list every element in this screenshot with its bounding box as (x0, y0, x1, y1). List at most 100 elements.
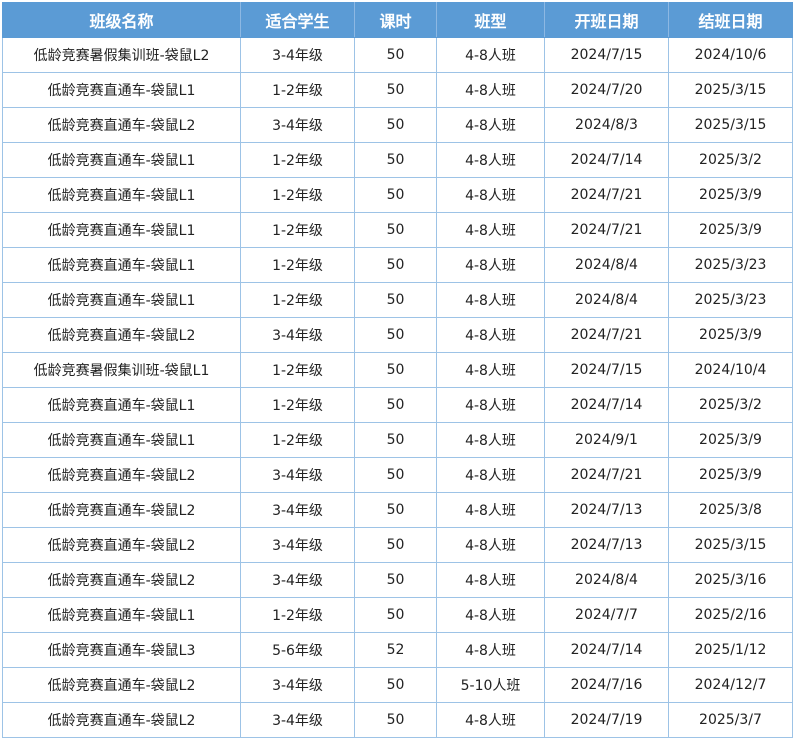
cell-class-size[interactable]: 4-8人班 (436, 177, 545, 213)
cell-hours[interactable]: 50 (354, 422, 437, 458)
cell-class-name[interactable]: 低龄竞赛直通车-袋鼠L1 (2, 247, 241, 283)
cell-class-size[interactable]: 4-8人班 (436, 702, 545, 738)
cell-end-date[interactable]: 2025/3/9 (668, 177, 793, 213)
cell-start-date[interactable]: 2024/7/16 (544, 667, 669, 703)
cell-end-date[interactable]: 2025/1/12 (668, 632, 793, 668)
cell-class-name[interactable]: 低龄竞赛直通车-袋鼠L2 (2, 562, 241, 598)
cell-class-name[interactable]: 低龄竞赛直通车-袋鼠L2 (2, 457, 241, 493)
cell-class-name[interactable]: 低龄竞赛暑假集训班-袋鼠L2 (2, 37, 241, 73)
cell-class-size[interactable]: 4-8人班 (436, 317, 545, 353)
cell-start-date[interactable]: 2024/7/13 (544, 492, 669, 528)
cell-class-name[interactable]: 低龄竞赛直通车-袋鼠L2 (2, 317, 241, 353)
cell-end-date[interactable]: 2024/12/7 (668, 667, 793, 703)
cell-grade[interactable]: 3-4年级 (240, 562, 355, 598)
cell-grade[interactable]: 3-4年级 (240, 702, 355, 738)
cell-hours[interactable]: 50 (354, 527, 437, 563)
cell-class-size[interactable]: 4-8人班 (436, 72, 545, 108)
cell-class-size[interactable]: 4-8人班 (436, 387, 545, 423)
cell-class-name[interactable]: 低龄竞赛直通车-袋鼠L1 (2, 282, 241, 318)
cell-end-date[interactable]: 2025/3/23 (668, 247, 793, 283)
cell-end-date[interactable]: 2025/3/16 (668, 562, 793, 598)
cell-class-name[interactable]: 低龄竞赛直通车-袋鼠L1 (2, 212, 241, 248)
cell-start-date[interactable]: 2024/8/4 (544, 247, 669, 283)
cell-start-date[interactable]: 2024/7/15 (544, 352, 669, 388)
cell-end-date[interactable]: 2025/2/16 (668, 597, 793, 633)
cell-class-name[interactable]: 低龄竞赛直通车-袋鼠L3 (2, 632, 241, 668)
cell-grade[interactable]: 1-2年级 (240, 72, 355, 108)
cell-hours[interactable]: 50 (354, 457, 437, 493)
cell-hours[interactable]: 50 (354, 72, 437, 108)
cell-class-size[interactable]: 4-8人班 (436, 37, 545, 73)
cell-class-size[interactable]: 4-8人班 (436, 492, 545, 528)
cell-grade[interactable]: 1-2年级 (240, 212, 355, 248)
cell-start-date[interactable]: 2024/8/3 (544, 107, 669, 143)
cell-hours[interactable]: 50 (354, 212, 437, 248)
cell-end-date[interactable]: 2025/3/9 (668, 317, 793, 353)
cell-start-date[interactable]: 2024/7/20 (544, 72, 669, 108)
cell-hours[interactable]: 50 (354, 702, 437, 738)
cell-class-size[interactable]: 5-10人班 (436, 667, 545, 703)
cell-class-name[interactable]: 低龄竞赛直通车-袋鼠L1 (2, 597, 241, 633)
cell-class-size[interactable]: 4-8人班 (436, 527, 545, 563)
cell-hours[interactable]: 50 (354, 107, 437, 143)
cell-hours[interactable]: 50 (354, 562, 437, 598)
cell-hours[interactable]: 50 (354, 352, 437, 388)
cell-start-date[interactable]: 2024/9/1 (544, 422, 669, 458)
cell-hours[interactable]: 50 (354, 667, 437, 703)
cell-hours[interactable]: 52 (354, 632, 437, 668)
cell-grade[interactable]: 3-4年级 (240, 667, 355, 703)
cell-end-date[interactable]: 2025/3/9 (668, 212, 793, 248)
cell-class-name[interactable]: 低龄竞赛直通车-袋鼠L2 (2, 702, 241, 738)
cell-hours[interactable]: 50 (354, 142, 437, 178)
cell-start-date[interactable]: 2024/7/19 (544, 702, 669, 738)
cell-hours[interactable]: 50 (354, 597, 437, 633)
cell-grade[interactable]: 3-4年级 (240, 457, 355, 493)
cell-start-date[interactable]: 2024/7/14 (544, 142, 669, 178)
cell-class-size[interactable]: 4-8人班 (436, 632, 545, 668)
cell-grade[interactable]: 1-2年级 (240, 142, 355, 178)
cell-class-size[interactable]: 4-8人班 (436, 562, 545, 598)
cell-class-name[interactable]: 低龄竞赛直通车-袋鼠L2 (2, 492, 241, 528)
cell-start-date[interactable]: 2024/8/4 (544, 562, 669, 598)
cell-class-name[interactable]: 低龄竞赛直通车-袋鼠L1 (2, 72, 241, 108)
cell-grade[interactable]: 1-2年级 (240, 247, 355, 283)
cell-end-date[interactable]: 2025/3/2 (668, 387, 793, 423)
cell-grade[interactable]: 3-4年级 (240, 37, 355, 73)
cell-hours[interactable]: 50 (354, 177, 437, 213)
cell-end-date[interactable]: 2025/3/23 (668, 282, 793, 318)
cell-grade[interactable]: 1-2年级 (240, 387, 355, 423)
cell-class-name[interactable]: 低龄竞赛直通车-袋鼠L2 (2, 107, 241, 143)
cell-hours[interactable]: 50 (354, 282, 437, 318)
cell-class-name[interactable]: 低龄竞赛直通车-袋鼠L1 (2, 422, 241, 458)
cell-class-size[interactable]: 4-8人班 (436, 247, 545, 283)
cell-start-date[interactable]: 2024/7/21 (544, 177, 669, 213)
cell-hours[interactable]: 50 (354, 492, 437, 528)
header-end-date[interactable]: 结班日期 (668, 2, 793, 38)
header-start-date[interactable]: 开班日期 (544, 2, 669, 38)
cell-start-date[interactable]: 2024/7/14 (544, 632, 669, 668)
cell-end-date[interactable]: 2025/3/7 (668, 702, 793, 738)
cell-class-name[interactable]: 低龄竞赛直通车-袋鼠L2 (2, 527, 241, 563)
cell-end-date[interactable]: 2025/3/15 (668, 107, 793, 143)
cell-end-date[interactable]: 2025/3/2 (668, 142, 793, 178)
cell-class-size[interactable]: 4-8人班 (436, 352, 545, 388)
cell-class-name[interactable]: 低龄竞赛直通车-袋鼠L2 (2, 667, 241, 703)
cell-grade[interactable]: 1-2年级 (240, 282, 355, 318)
cell-grade[interactable]: 5-6年级 (240, 632, 355, 668)
cell-start-date[interactable]: 2024/7/21 (544, 212, 669, 248)
cell-grade[interactable]: 3-4年级 (240, 317, 355, 353)
cell-end-date[interactable]: 2025/3/8 (668, 492, 793, 528)
cell-end-date[interactable]: 2025/3/15 (668, 72, 793, 108)
cell-class-name[interactable]: 低龄竞赛直通车-袋鼠L1 (2, 387, 241, 423)
header-class-size[interactable]: 班型 (436, 2, 545, 38)
cell-start-date[interactable]: 2024/7/21 (544, 317, 669, 353)
cell-start-date[interactable]: 2024/7/13 (544, 527, 669, 563)
cell-end-date[interactable]: 2025/3/15 (668, 527, 793, 563)
header-class-name[interactable]: 班级名称 (2, 2, 241, 38)
cell-grade[interactable]: 3-4年级 (240, 107, 355, 143)
cell-grade[interactable]: 1-2年级 (240, 597, 355, 633)
cell-class-name[interactable]: 低龄竞赛暑假集训班-袋鼠L1 (2, 352, 241, 388)
cell-class-size[interactable]: 4-8人班 (436, 282, 545, 318)
cell-hours[interactable]: 50 (354, 387, 437, 423)
cell-class-size[interactable]: 4-8人班 (436, 212, 545, 248)
